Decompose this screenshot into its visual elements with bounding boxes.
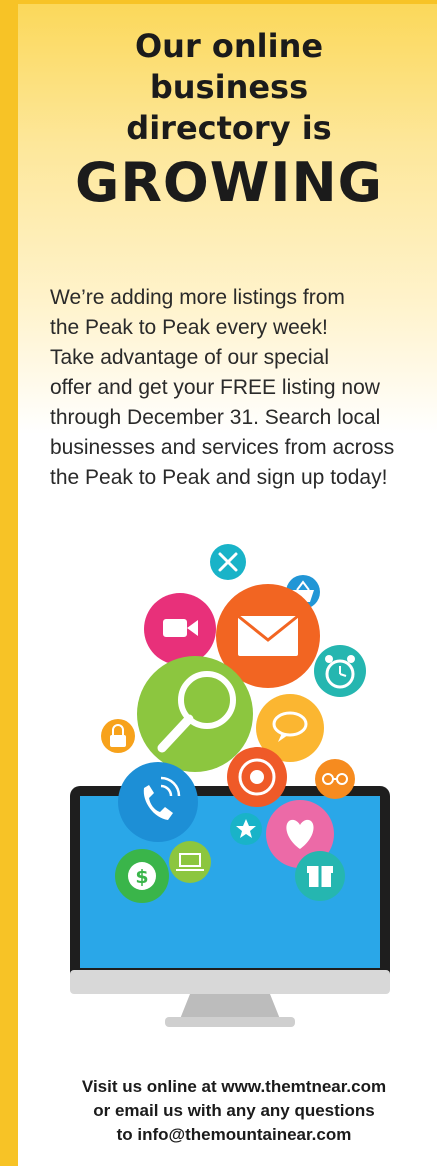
body-copy: We’re adding more listings from the Peak…	[50, 283, 430, 493]
ad-panel: Our online business directory is GROWING…	[0, 0, 437, 1166]
laptop-icon	[169, 841, 211, 883]
body-line: Take advantage of our special	[50, 346, 330, 369]
footer-email-address: to info@themountainear.com	[116, 1125, 352, 1144]
gift-icon	[295, 851, 345, 901]
footer-email-line: or email us with any any questions	[93, 1101, 375, 1120]
body-line: through December 31. Search local	[50, 406, 381, 429]
svg-text:$: $	[135, 866, 148, 888]
lock-icon	[101, 719, 135, 753]
headline-growing: GROWING	[75, 151, 383, 214]
video-camera-icon	[144, 593, 216, 665]
target-icon	[227, 747, 287, 807]
tools-icon	[210, 544, 246, 580]
phone-icon	[118, 762, 198, 842]
alarm-clock-icon	[314, 645, 366, 697]
headline-line-1: Our online	[134, 27, 324, 65]
illustration: $	[70, 544, 390, 1027]
body-line: the Peak to Peak every week!	[50, 316, 328, 339]
dollar-icon: $	[115, 849, 169, 903]
headline-line-3: directory is	[126, 109, 332, 147]
body-line: offer and get your FREE listing now	[50, 376, 380, 399]
left-accent-bar	[4, 4, 18, 1166]
star-icon	[230, 813, 262, 845]
body-line: the Peak to Peak and sign up today!	[50, 466, 388, 489]
magnifying-glass-icon	[137, 656, 253, 772]
headline-line-2: business	[149, 68, 309, 106]
body-line: businesses and services from across	[50, 436, 395, 459]
footer-website-line: Visit us online at www.themtnear.com	[81, 1077, 387, 1096]
body-line: We’re adding more listings from	[50, 286, 345, 309]
monitor-icon	[70, 786, 390, 1027]
glasses-icon	[315, 759, 355, 799]
